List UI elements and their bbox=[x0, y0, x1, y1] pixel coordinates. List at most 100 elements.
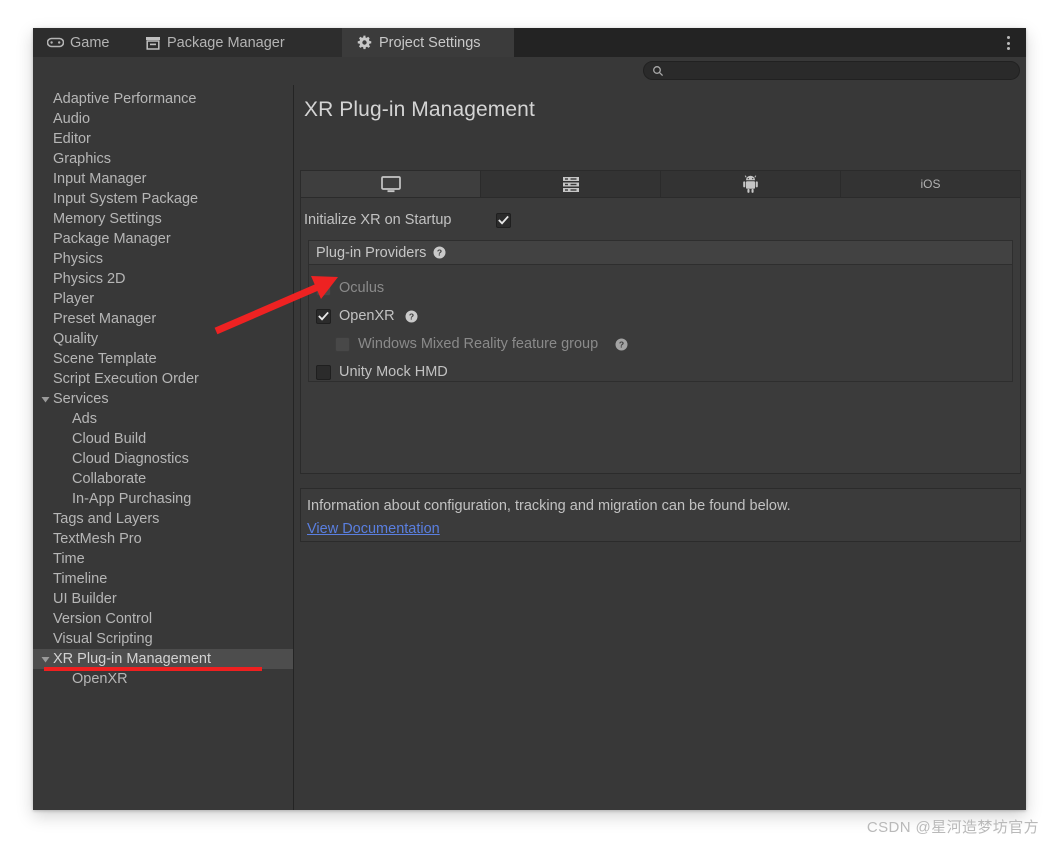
sidebar-item-cloud-build[interactable]: Cloud Build bbox=[33, 429, 293, 449]
chevron-down-icon[interactable] bbox=[40, 394, 51, 405]
sidebar-item-input-manager[interactable]: Input Manager bbox=[33, 169, 293, 189]
provider-label: OpenXR bbox=[339, 308, 395, 324]
platform-tab-label: iOS bbox=[920, 177, 940, 191]
plugin-providers-title: Plug-in Providers bbox=[316, 245, 426, 261]
sidebar-item-physics-2d[interactable]: Physics 2D bbox=[33, 269, 293, 289]
plugin-providers-list: OculusOpenXR?Windows Mixed Reality featu… bbox=[309, 265, 1012, 386]
provider-checkbox[interactable] bbox=[316, 365, 331, 380]
sidebar-item-xr-plug-in-management[interactable]: XR Plug-in Management bbox=[33, 649, 293, 669]
search-bar-row bbox=[33, 57, 1026, 85]
sidebar-item-label: OpenXR bbox=[33, 671, 128, 687]
sidebar-item-label: Input Manager bbox=[33, 171, 147, 187]
sidebar-item-memory-settings[interactable]: Memory Settings bbox=[33, 209, 293, 229]
sidebar-item-collaborate[interactable]: Collaborate bbox=[33, 469, 293, 489]
sidebar-item-label: Cloud Build bbox=[33, 431, 146, 447]
sidebar-item-audio[interactable]: Audio bbox=[33, 109, 293, 129]
help-icon[interactable]: ? bbox=[405, 310, 418, 323]
sidebar-item-adaptive-performance[interactable]: Adaptive Performance bbox=[33, 89, 293, 109]
editor-body: Adaptive PerformanceAudioEditor Graphics I… bbox=[33, 85, 1026, 810]
sidebar-item-cloud-diagnostics[interactable]: Cloud Diagnostics bbox=[33, 449, 293, 469]
sidebar-item-label: Time bbox=[33, 551, 85, 567]
search-icon bbox=[652, 65, 664, 77]
initialize-xr-checkbox[interactable] bbox=[496, 213, 511, 228]
sidebar-item-preset-manager[interactable]: Preset Manager bbox=[33, 309, 293, 329]
sidebar-item-package-manager[interactable]: Package Manager bbox=[33, 229, 293, 249]
provider-checkbox bbox=[335, 337, 350, 352]
tab-game[interactable]: Game bbox=[33, 28, 130, 57]
initialize-xr-row[interactable]: Initialize XR on Startup bbox=[304, 210, 511, 230]
sidebar-item-editor[interactable]: Editor bbox=[33, 129, 293, 149]
help-icon[interactable]: ? bbox=[433, 246, 446, 259]
editor-tab-strip: Game Package Manager bbox=[33, 28, 1026, 57]
help-icon[interactable]: ? bbox=[615, 338, 628, 351]
sidebar-item-label: Input System Package bbox=[33, 191, 198, 207]
svg-text:?: ? bbox=[437, 248, 442, 258]
sidebar-item-time[interactable]: Time bbox=[33, 549, 293, 569]
platform-tab-bar[interactable]: iOS bbox=[300, 170, 1021, 197]
platform-tab-desktop-monitor[interactable] bbox=[301, 171, 481, 197]
platform-tab-ios[interactable]: iOS bbox=[841, 171, 1020, 197]
sidebar-item-ui-builder[interactable]: UI Builder bbox=[33, 589, 293, 609]
settings-sidebar[interactable]: Adaptive PerformanceAudioEditor Graphics I… bbox=[33, 85, 294, 810]
sidebar-item-label: Package Manager bbox=[33, 231, 171, 247]
provider-row-windows-mixed-reality-feature-group[interactable]: Windows Mixed Reality feature group? bbox=[309, 330, 1012, 358]
sidebar-item-label: Physics 2D bbox=[33, 271, 126, 287]
provider-label: Unity Mock HMD bbox=[339, 364, 448, 380]
provider-row-openxr[interactable]: OpenXR? bbox=[309, 302, 1012, 330]
sidebar-item-label: Cloud Diagnostics bbox=[33, 451, 189, 467]
sidebar-item-label: Preset Manager bbox=[33, 311, 156, 327]
provider-row-unity-mock-hmd[interactable]: Unity Mock HMD bbox=[309, 358, 1012, 386]
sidebar-item-input-system-package[interactable]: Input System Package bbox=[33, 189, 293, 209]
xr-settings-panel: Initialize XR on Startup Plug-in Provide… bbox=[300, 197, 1021, 474]
plugin-providers-header: Plug-in Providers ? bbox=[309, 241, 1012, 265]
sidebar-item-tags-and-layers[interactable]: Tags and Layers bbox=[33, 509, 293, 529]
tab-project-settings[interactable]: Project Settings bbox=[342, 28, 514, 57]
tab-package-manager[interactable]: Package Manager bbox=[130, 28, 342, 57]
settings-content-pane: XR Plug-in Management iOS Initialize XR … bbox=[295, 85, 1026, 810]
sidebar-item-timeline[interactable]: Timeline bbox=[33, 569, 293, 589]
sidebar-item-in-app-purchasing[interactable]: In-App Purchasing bbox=[33, 489, 293, 509]
sidebar-item-script-execution-order[interactable]: Script Execution Order bbox=[33, 369, 293, 389]
sidebar-item-physics[interactable]: Physics bbox=[33, 249, 293, 269]
android-robot-icon bbox=[743, 175, 758, 193]
sidebar-item-openxr[interactable]: OpenXR bbox=[33, 669, 293, 689]
sidebar-item-graphics[interactable]: Graphics bbox=[33, 149, 293, 169]
page-title: XR Plug-in Management bbox=[304, 98, 535, 122]
provider-row-oculus[interactable]: Oculus bbox=[309, 274, 1012, 302]
search-input[interactable] bbox=[664, 62, 1019, 79]
dedicated-server-icon bbox=[562, 176, 580, 193]
provider-checkbox bbox=[316, 281, 331, 296]
sidebar-item-ads[interactable]: Ads bbox=[33, 409, 293, 429]
sidebar-item-label: In-App Purchasing bbox=[33, 491, 191, 507]
sidebar-item-scene-template[interactable]: Scene Template bbox=[33, 349, 293, 369]
tab-package-manager-label: Package Manager bbox=[167, 35, 285, 51]
sidebar-item-label: Graphics bbox=[33, 151, 111, 167]
provider-label: Oculus bbox=[339, 280, 384, 296]
sidebar-item-label: XR Plug-in Management bbox=[33, 651, 211, 667]
sidebar-item-label: Physics bbox=[33, 251, 103, 267]
search-field[interactable] bbox=[643, 61, 1020, 80]
sidebar-item-visual-scripting[interactable]: Visual Scripting bbox=[33, 629, 293, 649]
watermark: CSDN @星河造梦坊官方 bbox=[867, 816, 1039, 837]
sidebar-item-label: Visual Scripting bbox=[33, 631, 153, 647]
sidebar-item-player[interactable]: Player bbox=[33, 289, 293, 309]
sidebar-item-services[interactable]: Services bbox=[33, 389, 293, 409]
sidebar-item-label: Player bbox=[33, 291, 94, 307]
provider-label: Windows Mixed Reality feature group bbox=[358, 336, 598, 352]
sidebar-item-version-control[interactable]: Version Control bbox=[33, 609, 293, 629]
sidebar-item-quality[interactable]: Quality bbox=[33, 329, 293, 349]
sidebar-item-label: UI Builder bbox=[33, 591, 117, 607]
svg-text:?: ? bbox=[409, 311, 414, 321]
platform-tab-android-robot[interactable] bbox=[661, 171, 841, 197]
sidebar-item-label: Memory Settings bbox=[33, 211, 162, 227]
sidebar-item-label: Tags and Layers bbox=[33, 511, 159, 527]
sidebar-item-textmesh-pro[interactable]: TextMesh Pro bbox=[33, 529, 293, 549]
gamepad-icon bbox=[47, 35, 64, 50]
provider-checkbox[interactable] bbox=[316, 309, 331, 324]
sidebar-item-label: Collaborate bbox=[33, 471, 146, 487]
kebab-menu-icon[interactable] bbox=[1000, 34, 1016, 52]
view-documentation-link[interactable]: View Documentation bbox=[307, 521, 440, 537]
platform-tab-dedicated-server[interactable] bbox=[481, 171, 661, 197]
tab-project-settings-label: Project Settings bbox=[379, 35, 481, 51]
chevron-down-icon[interactable] bbox=[40, 654, 51, 665]
